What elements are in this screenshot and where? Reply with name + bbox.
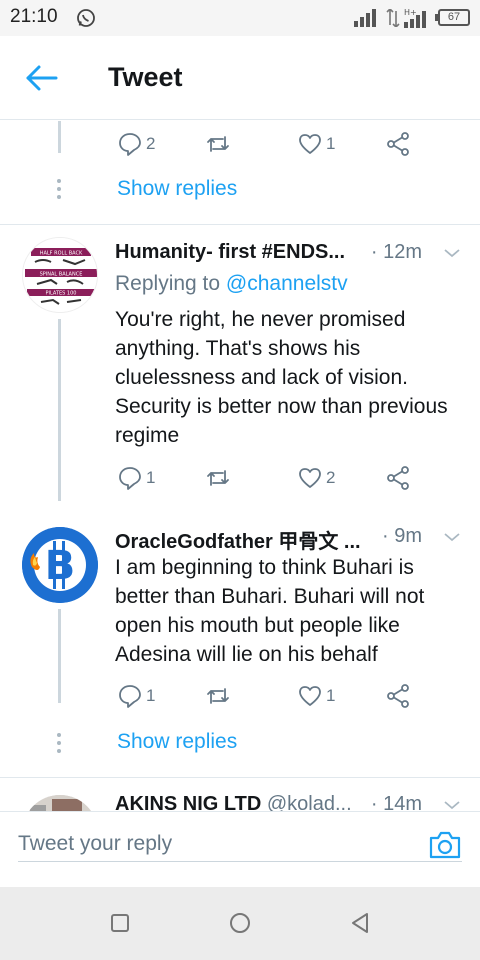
svg-text:PILATES 100: PILATES 100 <box>46 291 77 297</box>
svg-text:SPINAL BALANCE: SPINAL BALANCE <box>40 272 83 278</box>
show-replies-link[interactable]: Show replies <box>117 177 237 201</box>
like-count: 1 <box>326 686 336 705</box>
circle-icon <box>230 913 250 933</box>
avatar-image: B <box>22 527 98 603</box>
author-name[interactable]: Humanity- first #ENDS... <box>115 241 345 264</box>
like-button[interactable]: 1 <box>297 129 335 159</box>
svg-text:H+: H+ <box>404 8 417 17</box>
like-count: 1 <box>326 134 336 153</box>
heart-icon <box>299 468 321 488</box>
tweet-text: I am beginning to think Buhari is better… <box>115 556 425 666</box>
avatar[interactable]: B <box>22 527 98 603</box>
retweet-button[interactable] <box>205 681 231 711</box>
heart-icon <box>299 686 321 706</box>
divider <box>0 777 480 778</box>
share-button[interactable] <box>385 463 411 493</box>
share-button[interactable] <box>385 681 411 711</box>
chevron-down-icon[interactable] <box>442 795 462 811</box>
avatar-image <box>22 795 98 811</box>
tweet-actions: 2 1 <box>117 129 417 159</box>
tweet-actions: 1 2 <box>117 463 417 493</box>
reply-count: 1 <box>146 468 156 487</box>
status-bar: 21:10 H+ 67 <box>0 0 480 36</box>
chevron-down-icon[interactable] <box>442 527 462 547</box>
reply-bar <box>0 811 480 887</box>
reply-input[interactable] <box>18 826 462 862</box>
back-button[interactable] <box>24 62 60 94</box>
tweet-header: Humanity- first #ENDS... · 12m <box>115 241 466 269</box>
reply-bubble-icon <box>119 467 141 490</box>
svg-text:HALF ROLL BACK: HALF ROLL BACK <box>40 251 83 257</box>
replying-to: Replying to @channelstv <box>115 272 348 295</box>
author-name[interactable]: AKINS NIG LTD @kolad... <box>115 793 352 811</box>
reply-count: 2 <box>146 134 156 153</box>
reply-button[interactable]: 2 <box>117 129 155 159</box>
like-button[interactable]: 1 <box>297 681 335 711</box>
reply-bubble-icon <box>119 685 141 708</box>
thread-line <box>58 121 61 153</box>
camera-button[interactable] <box>428 830 462 860</box>
tweet-time: · 12m <box>370 241 422 263</box>
avatar-image: HALF ROLL BACK SPINAL BALANCE PILATES 10… <box>23 238 97 312</box>
retweet-icon <box>207 470 229 486</box>
tweet-thread[interactable]: 2 1 Show replies HALF ROLL BACK SPINAL B… <box>0 121 480 811</box>
mention-link[interactable]: @channelstv <box>226 272 348 295</box>
author-handle: @kolad... <box>266 793 352 811</box>
svg-text:B: B <box>45 543 76 589</box>
arrow-left-icon <box>26 65 58 91</box>
signal-icon <box>354 9 376 27</box>
camera-icon <box>429 831 461 859</box>
system-back-button[interactable] <box>348 911 372 935</box>
heart-icon <box>299 134 321 154</box>
recents-button[interactable] <box>108 911 132 935</box>
tweet-time: · 9m <box>382 525 422 547</box>
tweet-time: · 14m <box>370 793 422 811</box>
reply-button[interactable]: 1 <box>117 681 155 711</box>
like-count: 2 <box>326 468 336 487</box>
status-time: 21:10 <box>10 6 58 27</box>
reply-bubble-icon <box>119 133 141 156</box>
whatsapp-icon <box>77 9 95 27</box>
avatar[interactable]: HALF ROLL BACK SPINAL BALANCE PILATES 10… <box>22 237 98 313</box>
system-nav-bar <box>0 887 480 960</box>
tweet-actions: 1 1 <box>117 681 417 711</box>
retweet-icon <box>207 688 229 704</box>
divider <box>0 224 480 225</box>
home-button[interactable] <box>228 911 252 935</box>
retweet-button[interactable] <box>205 463 231 493</box>
share-icon <box>387 132 409 156</box>
retweet-icon <box>207 136 229 152</box>
thread-line <box>58 319 61 501</box>
chevron-down-icon[interactable] <box>442 243 462 263</box>
author-name[interactable]: OracleGodfather 甲骨文 ... <box>115 525 361 554</box>
share-icon <box>387 684 409 708</box>
tweet-header: OracleGodfather 甲骨文 ... · 9m <box>115 525 466 553</box>
signal-hplus-icon: H+ <box>404 8 426 28</box>
battery-icon: 67 <box>435 9 470 26</box>
page-title: Tweet <box>108 62 183 92</box>
reply-button[interactable]: 1 <box>117 463 155 493</box>
square-icon <box>111 914 129 932</box>
thread-line <box>58 609 61 703</box>
tweet-text: You're right, he never promised anything… <box>115 308 448 447</box>
show-replies-link[interactable]: Show replies <box>117 730 237 754</box>
reply-count: 1 <box>146 686 156 705</box>
tweet-header: AKINS NIG LTD @kolad... · 14m <box>115 793 466 811</box>
share-icon <box>387 466 409 490</box>
like-button[interactable]: 2 <box>297 463 335 493</box>
app-header: Tweet <box>0 36 480 120</box>
retweet-button[interactable] <box>205 129 231 159</box>
thread-dots <box>55 179 63 203</box>
data-transfer-icon <box>386 9 400 27</box>
avatar[interactable] <box>22 795 98 811</box>
thread-dots <box>55 733 63 757</box>
triangle-back-icon <box>352 913 368 933</box>
share-button[interactable] <box>385 129 411 159</box>
